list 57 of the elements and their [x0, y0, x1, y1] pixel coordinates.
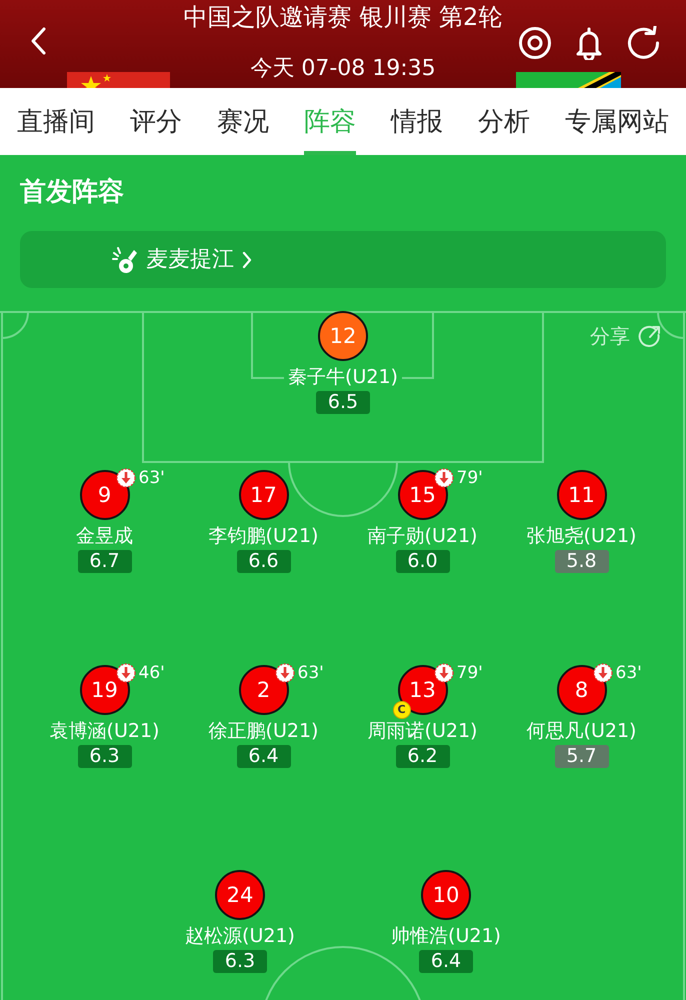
share-icon: [638, 325, 660, 347]
substitution-minute: 63': [138, 468, 165, 488]
tab[interactable]: 阵容: [304, 88, 356, 155]
player-number[interactable]: 11: [556, 470, 606, 520]
section-heading: 首发阵容: [20, 176, 124, 209]
flag-icon: [516, 72, 621, 88]
player-rating: 6.5: [316, 391, 370, 414]
match-time: 今天 07-08 19:35: [249, 56, 437, 82]
player-number[interactable]: 19: [80, 665, 130, 715]
player-number[interactable]: 15: [398, 470, 448, 520]
player-number[interactable]: 2: [238, 665, 288, 715]
player-rating: 6.4: [419, 950, 473, 973]
player-name: 金昱成: [76, 524, 133, 548]
player-rating: 5.8: [554, 550, 608, 573]
substitution-minute: 63': [298, 663, 324, 683]
player-rating: 6.4: [236, 745, 290, 768]
player-name: 周雨诺(U21): [368, 719, 478, 743]
tab[interactable]: 分析: [478, 88, 530, 155]
player-name: 何思凡(U21): [526, 719, 636, 743]
flag-icon: [67, 72, 170, 88]
coach-name[interactable]: 麦麦提江: [146, 246, 234, 274]
substitution-minute: 79': [456, 468, 483, 488]
player-rating: 6.3: [213, 950, 267, 973]
player-name: 南子勋(U21): [368, 524, 478, 548]
player-number[interactable]: 24: [215, 870, 265, 920]
refresh-icon[interactable]: [626, 26, 660, 60]
player-rating: 6.7: [78, 550, 132, 573]
player-number[interactable]: 17: [238, 470, 288, 520]
player-number[interactable]: 9: [80, 470, 130, 520]
substitution-minute: 79': [456, 663, 483, 683]
chevron-right-icon: [242, 250, 252, 268]
substitution-minute: 63': [616, 663, 642, 683]
player-name: 徐正鹏(U21): [208, 719, 318, 743]
player-rating: 6.3: [78, 745, 132, 768]
tab[interactable]: 情报: [391, 88, 443, 155]
player-name: 帅惟浩(U21): [391, 924, 501, 948]
match-title: 中国之队邀请赛 银川赛 第2轮: [182, 2, 504, 33]
player-number[interactable]: 12: [318, 311, 368, 361]
player-rating: 6.6: [236, 550, 290, 573]
player-name: 秦子牛(U21): [288, 365, 398, 389]
target-icon[interactable]: [518, 26, 552, 60]
tab[interactable]: 专属网站: [565, 88, 669, 155]
player-number[interactable]: 10: [421, 870, 471, 920]
player-name: 李钧鹏(U21): [208, 524, 318, 548]
player-rating: 6.0: [396, 550, 450, 573]
player-rating: 6.2: [396, 745, 450, 768]
player-name: 张旭尧(U21): [526, 524, 636, 548]
tab[interactable]: 直播间: [17, 88, 95, 155]
substitution-minute: 46': [138, 663, 165, 683]
captain-badge: C: [392, 701, 410, 719]
tab[interactable]: 赛况: [217, 88, 269, 155]
whistle-icon: [112, 246, 138, 274]
player-name: 赵松源(U21): [185, 924, 295, 948]
player-name: 袁博涵(U21): [50, 719, 160, 743]
tab[interactable]: 评分: [130, 88, 182, 155]
player-rating: 5.7: [554, 745, 608, 768]
player-number[interactable]: 8: [556, 665, 606, 715]
